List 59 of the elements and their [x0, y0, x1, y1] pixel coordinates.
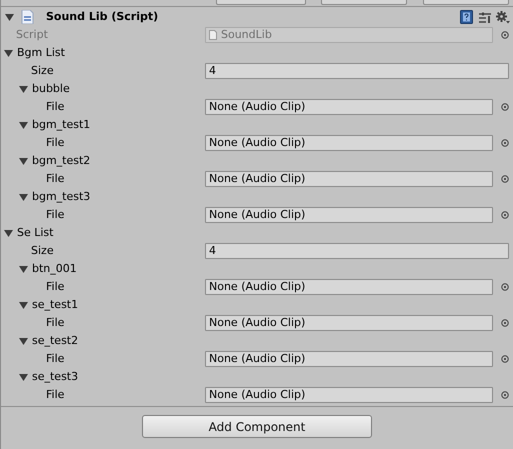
object-picker-icon[interactable]	[501, 319, 509, 327]
foldout-label[interactable]: se_test3	[32, 368, 78, 386]
object-picker-icon[interactable]	[501, 103, 509, 111]
expanded-arrow-icon[interactable]	[19, 156, 28, 166]
field-label: File	[46, 207, 64, 223]
help-book-icon[interactable]	[460, 10, 473, 24]
foldout-label[interactable]: se_test1	[32, 296, 78, 314]
object-picker-icon[interactable]	[501, 31, 509, 39]
foldout-label[interactable]: bgm_test1	[32, 116, 90, 134]
object-picker-icon[interactable]	[501, 139, 509, 147]
expanded-arrow-icon[interactable]	[4, 228, 13, 238]
object-field[interactable]: None (Audio Clip)	[205, 99, 493, 115]
field-label: Size	[31, 243, 54, 259]
foldout-label[interactable]: Se List	[17, 224, 54, 242]
object-picker-icon[interactable]	[501, 175, 509, 183]
expanded-arrow-icon[interactable]	[19, 84, 28, 94]
foldout-label[interactable]: se_test2	[32, 332, 78, 350]
script-file-icon	[209, 30, 217, 40]
field-label: Script	[16, 27, 48, 43]
field-label: File	[46, 387, 64, 403]
expanded-arrow-icon[interactable]	[19, 336, 28, 346]
object-picker-icon[interactable]	[501, 355, 509, 363]
field-label: File	[46, 99, 64, 115]
object-field[interactable]: None (Audio Clip)	[205, 171, 493, 187]
add-component-button[interactable]: Add Component	[142, 415, 372, 438]
expanded-arrow-icon[interactable]	[19, 372, 28, 382]
gear-icon[interactable]	[496, 10, 510, 24]
object-picker-icon[interactable]	[501, 283, 509, 291]
expanded-arrow-icon[interactable]	[19, 300, 28, 310]
script-file-icon	[21, 10, 34, 24]
field-label: File	[46, 135, 64, 151]
number-field[interactable]: 4	[205, 63, 509, 79]
foldout-label[interactable]: bubble	[32, 80, 70, 98]
expanded-arrow-icon[interactable]	[19, 264, 28, 274]
field-label: Size	[31, 63, 54, 79]
object-field[interactable]: None (Audio Clip)	[205, 387, 493, 403]
expanded-arrow-icon[interactable]	[4, 48, 13, 58]
object-field[interactable]: None (Audio Clip)	[205, 351, 493, 367]
sliders-icon[interactable]	[479, 11, 491, 23]
object-field[interactable]: None (Audio Clip)	[205, 315, 493, 331]
expanded-arrow-icon[interactable]	[19, 192, 28, 202]
object-field[interactable]: None (Audio Clip)	[205, 207, 493, 223]
foldout-label[interactable]: bgm_test3	[32, 188, 90, 206]
expanded-arrow-icon[interactable]	[5, 12, 14, 22]
component-title: Sound Lib (Script)	[46, 9, 158, 25]
field-label: File	[46, 315, 64, 331]
object-picker-icon[interactable]	[501, 391, 509, 399]
foldout-label[interactable]: bgm_test2	[32, 152, 90, 170]
number-field[interactable]: 4	[205, 243, 509, 259]
object-picker-icon[interactable]	[501, 211, 509, 219]
object-field[interactable]: None (Audio Clip)	[205, 279, 493, 295]
field-label: File	[46, 279, 64, 295]
field-label: File	[46, 351, 64, 367]
object-field[interactable]: None (Audio Clip)	[205, 135, 493, 151]
foldout-label[interactable]: Bgm List	[17, 44, 65, 62]
expanded-arrow-icon[interactable]	[19, 120, 28, 130]
field-label: File	[46, 171, 64, 187]
script-field: SoundLib	[205, 27, 493, 43]
foldout-label[interactable]: btn_001	[32, 260, 77, 278]
